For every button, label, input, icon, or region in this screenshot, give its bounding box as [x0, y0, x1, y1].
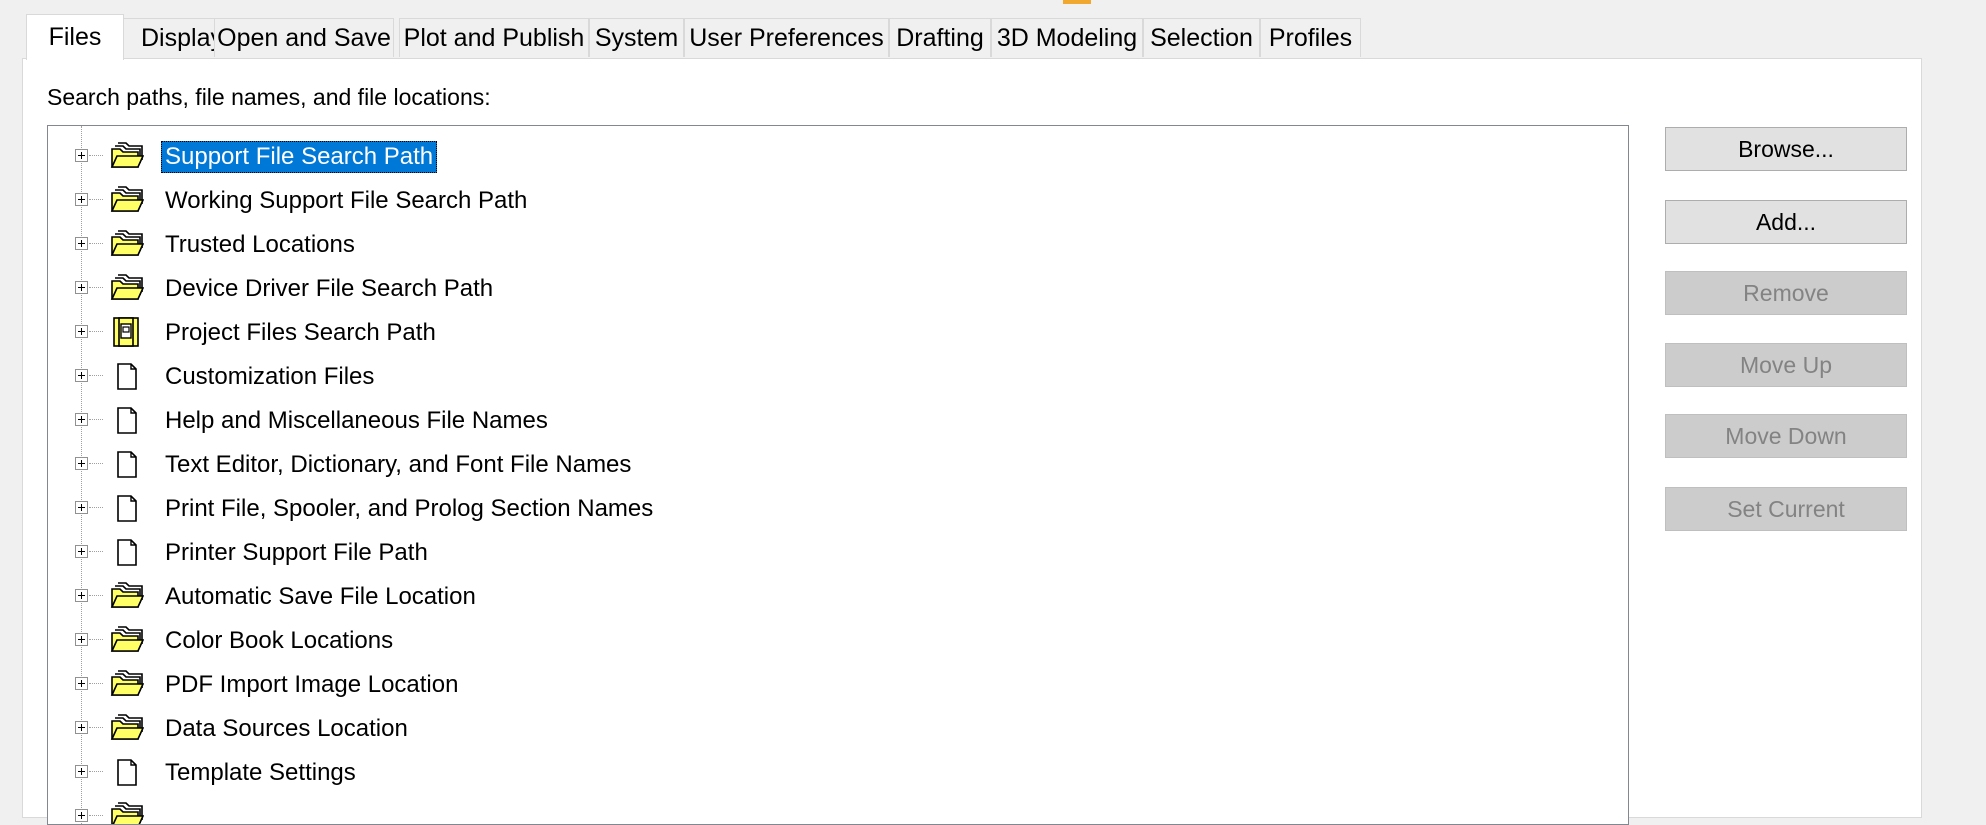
expand-icon[interactable] [75, 589, 88, 602]
tree-item-label: Trusted Locations [165, 231, 355, 258]
tree-item-pdf-import-image-location[interactable]: PDF Import Image Location [48, 663, 1608, 707]
tab-profiles[interactable]: Profiles [1260, 18, 1361, 57]
folder-stack-icon [110, 183, 144, 217]
expand-icon[interactable] [75, 281, 88, 294]
tab-3d-modeling[interactable]: 3D Modeling [991, 18, 1143, 57]
folder-stack-icon [110, 579, 144, 613]
tree-item-label: Project Files Search Path [165, 319, 436, 346]
expand-icon[interactable] [75, 193, 88, 206]
folder-stack-icon [110, 139, 144, 173]
expand-icon[interactable] [75, 677, 88, 690]
window-top-edge [0, 0, 1986, 4]
tree-item-label [161, 801, 169, 824]
expand-icon[interactable] [75, 501, 88, 514]
remove-button[interactable]: Remove [1665, 271, 1907, 315]
expand-icon[interactable] [75, 325, 88, 338]
tree-item-label: PDF Import Image Location [165, 671, 459, 698]
expand-icon[interactable] [75, 457, 88, 470]
expand-icon[interactable] [75, 413, 88, 426]
tab-open-and-save[interactable]: Open and Save [214, 18, 394, 57]
tree-item-data-sources-location[interactable]: Data Sources Location [48, 707, 1608, 751]
move-up-button[interactable]: Move Up [1665, 343, 1907, 387]
tree-item-label: Color Book Locations [165, 627, 394, 654]
tree-item-label: Template Settings [165, 759, 356, 786]
tree-item-working-support-file-search-path[interactable]: Working Support File Search Path [48, 179, 1608, 223]
tree-item-support-file-search-path[interactable]: Support File Search Path [48, 135, 1608, 179]
tab-system[interactable]: System [589, 18, 684, 57]
expand-icon[interactable] [75, 545, 88, 558]
tree-caption: Search paths, file names, and file locat… [47, 84, 491, 110]
project-files-icon [110, 315, 144, 349]
tree-item-text-editor-dictionary-font-file-names[interactable]: Text Editor, Dictionary, and Font File N… [48, 443, 1608, 487]
expand-icon[interactable] [75, 765, 88, 778]
folder-stack-icon [110, 227, 144, 261]
tree-item-color-book-locations[interactable]: Color Book Locations [48, 619, 1608, 663]
tree-item-label: Working Support File Search Path [165, 187, 528, 214]
folder-stack-icon [110, 711, 144, 745]
expand-icon[interactable] [75, 237, 88, 250]
tab-plot-and-publish[interactable]: Plot and Publish [399, 18, 589, 57]
tree-item-label: Support File Search Path [161, 141, 438, 173]
document-icon [110, 535, 144, 569]
move-down-button[interactable]: Move Down [1665, 414, 1907, 458]
tree-item-help-and-misc-file-names[interactable]: Help and Miscellaneous File Names [48, 399, 1608, 443]
tree-item-project-files-search-path[interactable]: Project Files Search Path [48, 311, 1608, 355]
tree-item-label: Printer Support File Path [165, 539, 428, 566]
expand-icon[interactable] [75, 369, 88, 382]
document-icon [110, 359, 144, 393]
title-accent-marker [1063, 0, 1091, 4]
tree-item-printer-support-file-path[interactable]: Printer Support File Path [48, 531, 1608, 575]
tree-item-customization-files[interactable]: Customization Files [48, 355, 1608, 399]
tree-item-label: Text Editor, Dictionary, and Font File N… [165, 451, 632, 478]
tab-files[interactable]: Files [26, 14, 124, 60]
tree-item-label: Automatic Save File Location [165, 583, 476, 610]
document-icon [110, 403, 144, 437]
tree-item-label: Device Driver File Search Path [165, 275, 494, 302]
folder-stack-icon [110, 271, 144, 305]
expand-icon[interactable] [75, 633, 88, 646]
tab-user-preferences[interactable]: User Preferences [684, 18, 889, 57]
browse-button[interactable]: Browse... [1665, 127, 1907, 171]
tab-drafting[interactable]: Drafting [889, 18, 991, 57]
expand-icon[interactable] [75, 809, 88, 822]
tree-item-automatic-save-file-location[interactable]: Automatic Save File Location [48, 575, 1608, 619]
tree-item-label: Data Sources Location [165, 715, 408, 742]
document-icon [110, 447, 144, 481]
add-button[interactable]: Add... [1665, 200, 1907, 244]
folder-stack-icon [110, 623, 144, 657]
tree-item-label: Print File, Spooler, and Prolog Section … [165, 495, 654, 522]
expand-icon[interactable] [75, 149, 88, 162]
tree-item-print-file-spooler-prolog-names[interactable]: Print File, Spooler, and Prolog Section … [48, 487, 1608, 531]
expand-icon[interactable] [75, 721, 88, 734]
tree-item-device-driver-file-search-path[interactable]: Device Driver File Search Path [48, 267, 1608, 311]
set-current-button[interactable]: Set Current [1665, 487, 1907, 531]
folder-stack-icon [110, 799, 144, 825]
document-icon [110, 491, 144, 525]
document-icon [110, 755, 144, 789]
tree-item-trusted-locations[interactable]: Trusted Locations [48, 223, 1608, 267]
tree-item-label: Customization Files [165, 363, 375, 390]
tree-item-template-settings[interactable]: Template Settings [48, 751, 1608, 795]
search-paths-tree[interactable]: Support File Search Path Working Support… [47, 125, 1629, 825]
tree-item-label: Help and Miscellaneous File Names [165, 407, 548, 434]
tab-selection[interactable]: Selection [1143, 18, 1260, 57]
folder-stack-icon [110, 667, 144, 701]
